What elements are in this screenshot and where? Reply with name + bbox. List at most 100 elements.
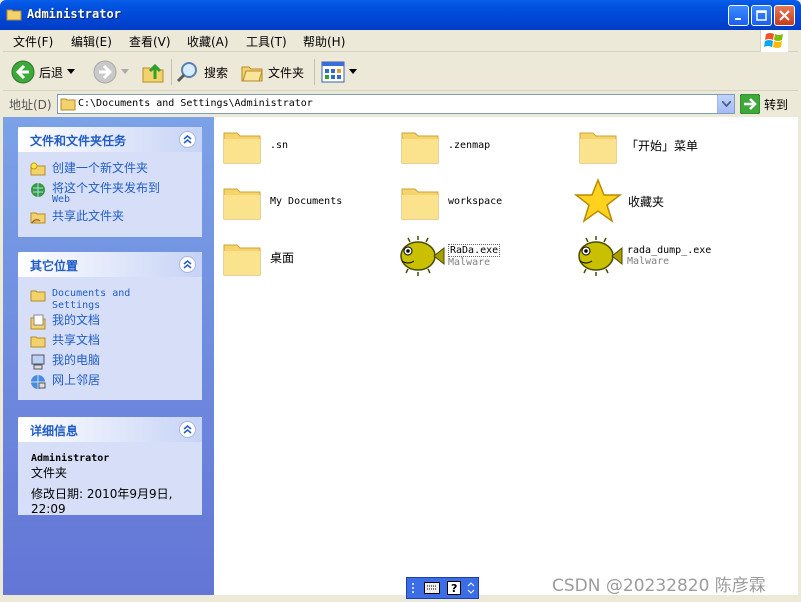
views-button[interactable]	[321, 57, 357, 87]
address-field[interactable]: C:\Documents and Settings\Administrator	[57, 94, 735, 114]
share-folder-link[interactable]: 共享此文件夹	[30, 210, 124, 224]
details-modified: 修改日期: 2010年9月9日,	[31, 487, 173, 501]
details-type: 文件夹	[31, 466, 68, 480]
close-button[interactable]	[774, 5, 795, 26]
go-arrow-icon	[740, 94, 760, 114]
places-panel-title: 其它位置	[30, 259, 79, 273]
places-panel: 其它位置 Documents and Settings 我的文档 共享文档 我的…	[18, 252, 202, 400]
menu-favorites[interactable]: 收藏(A)	[187, 33, 229, 50]
publish-web-icon	[31, 183, 45, 197]
toolbar-separator	[314, 59, 315, 85]
tasks-panel-title: 文件和文件夹任务	[30, 134, 127, 148]
details-panel: 详细信息 Administrator 文件夹 修改日期: 2010年9月9日, …	[18, 417, 202, 516]
back-label: 后退	[39, 65, 64, 80]
menu-tools[interactable]: 工具(T)	[246, 33, 287, 50]
windows-logo-icon	[760, 30, 788, 52]
menu-edit[interactable]: 编辑(E)	[71, 33, 112, 50]
folder-icon	[30, 290, 46, 302]
details-name: Administrator	[31, 453, 110, 464]
details-panel-title: 详细信息	[30, 424, 79, 438]
collapse-icon[interactable]	[179, 131, 196, 148]
collapse-icon[interactable]	[179, 256, 196, 273]
details-panel-header[interactable]: 详细信息	[18, 417, 202, 442]
watermark: CSDN @20232820 陈彦霖	[552, 576, 766, 596]
menu-view[interactable]: 查看(V)	[129, 33, 171, 50]
pufferfish-icon	[400, 236, 445, 276]
tasks-panel: 文件和文件夹任务 创建一个新文件夹 将这个文件夹发布到 Web 共享此文件夹	[18, 127, 202, 237]
folder-item[interactable]: .sn	[222, 125, 288, 165]
address-bar: 地址(D) C:\Documents and Settings\Administ…	[3, 92, 798, 116]
up-folder-button[interactable]	[141, 57, 165, 87]
folder-item[interactable]: 桌面	[222, 237, 294, 277]
my-documents-icon	[30, 314, 46, 330]
place-my-documents[interactable]: 我的文档	[30, 314, 100, 330]
folder-item[interactable]: My Documents	[222, 181, 342, 221]
minimize-button[interactable]	[728, 5, 749, 26]
tasks-panel-header[interactable]: 文件和文件夹任务	[18, 127, 202, 152]
help-icon[interactable]: ?	[446, 581, 461, 595]
place-my-computer[interactable]: 我的电脑	[30, 354, 100, 370]
chevron-down-icon	[349, 69, 357, 74]
folders-label: 文件夹	[268, 65, 305, 80]
details-body: Administrator 文件夹 修改日期: 2010年9月9日, 22:09	[31, 453, 172, 516]
toolbar: 后退 搜索 文件夹	[3, 53, 798, 91]
folder-item[interactable]: workspace	[400, 181, 502, 221]
forward-button[interactable]	[93, 57, 129, 87]
window-bottom-border	[0, 595, 801, 602]
back-arrow-icon	[11, 60, 35, 84]
place-shared-documents[interactable]: 共享文档	[30, 334, 100, 348]
search-icon	[176, 62, 197, 83]
menu-file[interactable]: 文件(F)	[13, 33, 53, 50]
folder-icon	[401, 188, 439, 220]
details-modified-time: 22:09	[31, 502, 66, 516]
chevron-down-icon[interactable]	[67, 69, 76, 75]
folder-item[interactable]: 「开始」菜单	[578, 125, 698, 165]
shared-documents-icon	[30, 336, 46, 348]
up-folder-icon	[142, 63, 164, 83]
title-bar: Administrator	[0, 0, 801, 30]
address-dropdown-button[interactable]	[717, 95, 734, 113]
place-documents-and-settings[interactable]: Documents and Settings	[30, 288, 130, 312]
new-folder-link[interactable]: 创建一个新文件夹	[30, 162, 148, 176]
toolbar-separator	[171, 59, 172, 85]
go-button[interactable]: 转到	[740, 94, 788, 114]
search-label: 搜索	[204, 65, 229, 80]
chevron-down-icon	[121, 69, 129, 74]
task-pane: 文件和文件夹任务 创建一个新文件夹 将这个文件夹发布到 Web 共享此文件夹 其…	[3, 117, 214, 595]
language-bar[interactable]: ?	[406, 577, 479, 599]
keyboard-icon[interactable]	[424, 582, 441, 594]
search-button[interactable]: 搜索	[176, 57, 228, 87]
forward-arrow-icon	[93, 60, 117, 84]
grip-icon	[412, 583, 415, 593]
folder-icon	[223, 188, 261, 220]
go-label: 转到	[764, 97, 789, 112]
star-icon	[574, 177, 622, 223]
folder-icon	[579, 132, 617, 164]
places-panel-header[interactable]: 其它位置	[18, 252, 202, 277]
window-title: Administrator	[27, 7, 121, 21]
folder-item[interactable]: .zenmap	[400, 125, 490, 165]
my-computer-icon	[31, 354, 45, 370]
menu-help[interactable]: 帮助(H)	[303, 33, 345, 50]
svg-text:?: ?	[451, 582, 457, 595]
exe-file-item[interactable]: rada_dump_.exe Malware	[574, 235, 711, 277]
file-view: .sn .zenmap 「开始」菜单 My Documents workspac…	[214, 117, 798, 595]
address-label: 地址(D)	[9, 98, 52, 112]
new-folder-icon	[30, 162, 46, 176]
options-arrow-icon[interactable]	[467, 581, 475, 595]
favorites-item[interactable]: 收藏夹	[574, 177, 664, 225]
share-folder-icon	[30, 212, 46, 224]
folders-button[interactable]: 文件夹	[240, 57, 304, 87]
publish-web-link[interactable]: 将这个文件夹发布到 Web	[30, 182, 160, 206]
back-button[interactable]: 后退	[11, 57, 76, 87]
folder-icon	[223, 132, 261, 164]
views-icon	[321, 61, 345, 83]
folder-icon	[401, 132, 439, 164]
place-network[interactable]: 网上邻居	[30, 374, 100, 390]
chevron-down-icon	[721, 101, 731, 107]
menu-bar: 文件(F) 编辑(E) 查看(V) 收藏(A) 工具(T) 帮助(H)	[3, 30, 798, 52]
exe-file-item[interactable]: RaDa.exe Malware	[396, 235, 501, 277]
maximize-button[interactable]	[751, 5, 772, 26]
collapse-icon[interactable]	[179, 421, 196, 438]
address-value: C:\Documents and Settings\Administrator	[78, 98, 313, 109]
